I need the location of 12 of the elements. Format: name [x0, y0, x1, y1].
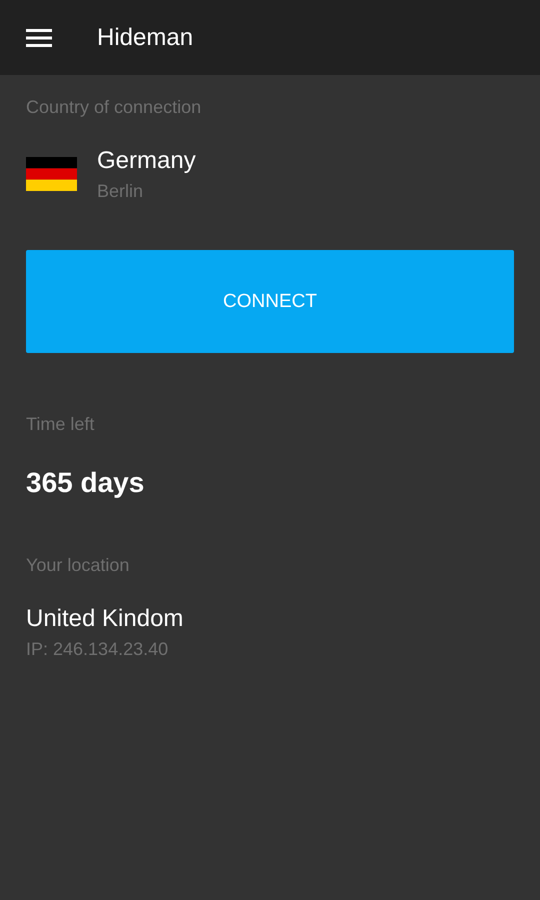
app-title: Hideman: [97, 24, 194, 52]
section-label: Country of connection: [26, 97, 202, 118]
time-left-value: 365 days: [26, 467, 144, 499]
location-name: United Kindom: [26, 605, 184, 633]
connect-button[interactable]: CONNECT: [26, 250, 514, 353]
ip-address: IP: 246.134.23.40: [26, 639, 168, 660]
menu-icon[interactable]: [26, 28, 52, 46]
section-label: Time left: [26, 414, 94, 435]
country-name: Germany: [97, 147, 196, 175]
flag-icon: [26, 157, 77, 191]
city-name: Berlin: [97, 181, 144, 202]
section-label: Your location: [26, 555, 130, 576]
